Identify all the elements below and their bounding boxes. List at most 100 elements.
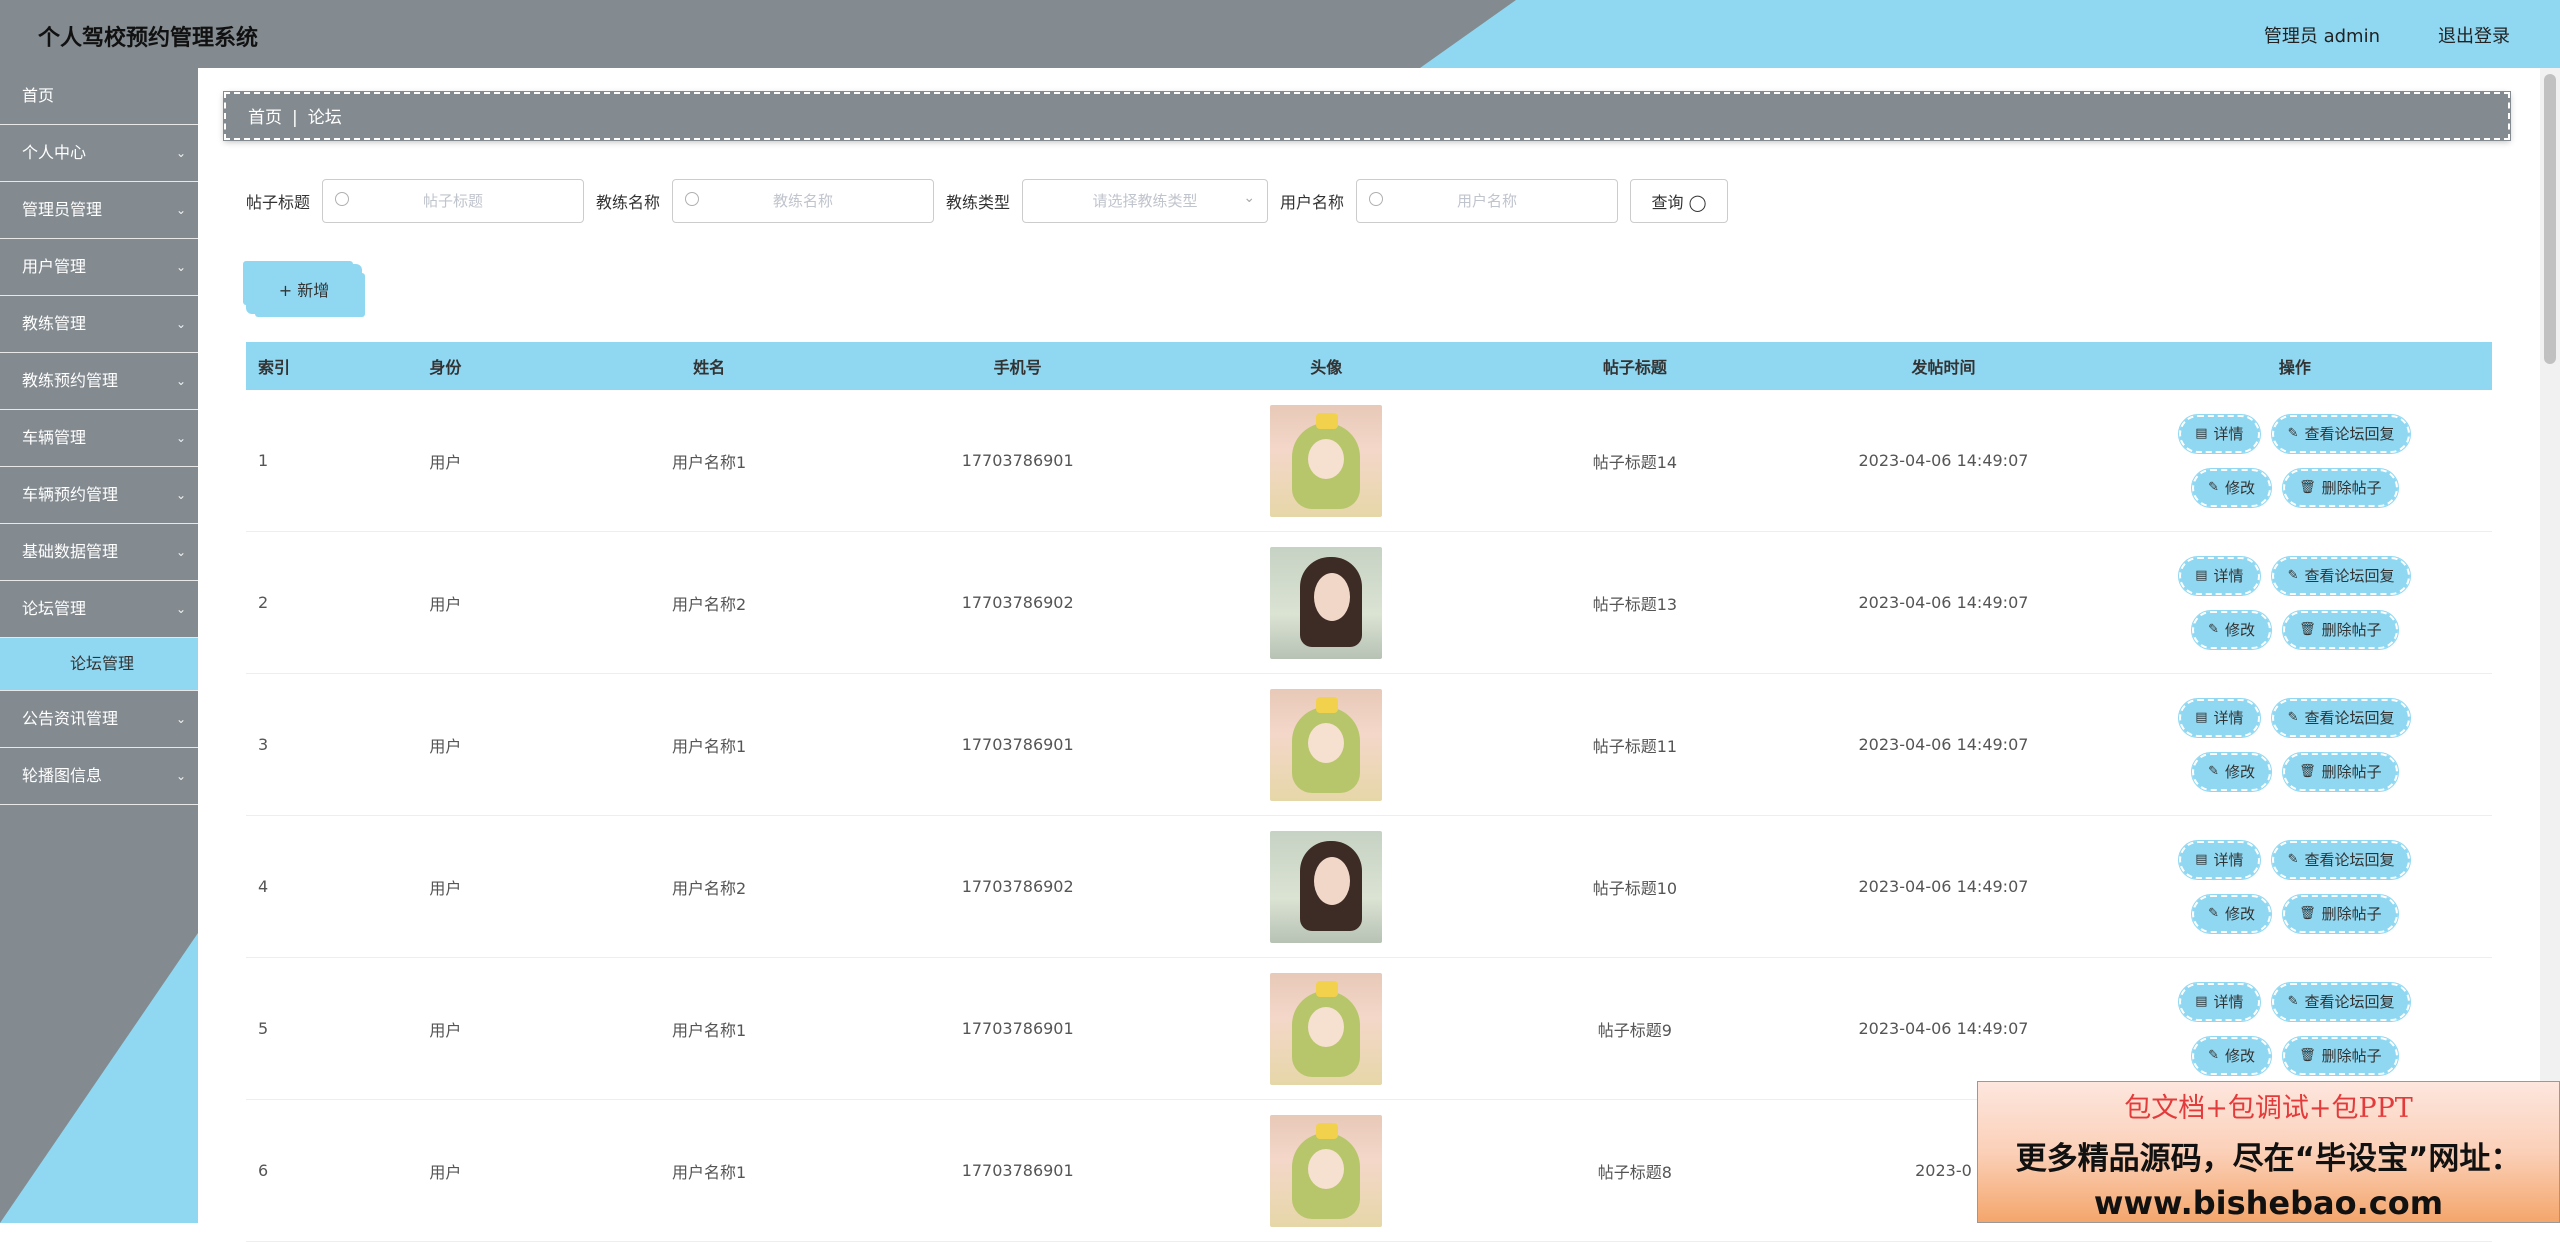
edit-button[interactable]: ✎ 修改 [2191,751,2273,792]
detail-button[interactable]: ▤ 详情 [2178,413,2261,454]
view-replies-label: 查看论坛回复 [2304,425,2395,443]
edit-button[interactable]: ✎ 修改 [2191,893,2273,934]
cell-phone: 17703786902 [961,593,1074,612]
current-user-label: 管理员 admin [2263,26,2380,47]
trash-icon: 🗑 [2299,622,2316,637]
sidebar-item-base-data[interactable]: 基础数据管理 ⌄ [0,524,198,581]
post-title-input[interactable] [323,191,584,211]
detail-label: 详情 [2213,709,2244,727]
user-name-label: 用户名称 [1280,193,1345,212]
table-header: 索引 身份 姓名 手机号 头像 帖子标题 发帖时间 操作 [246,342,2492,390]
column-header: 操作 [2278,358,2311,377]
chevron-down-icon: ⌄ [175,146,186,160]
cell-phone: 17703786902 [961,877,1074,896]
sidebar-accent-shape [0,933,198,1223]
cell-name: 用户名称2 [672,594,747,614]
cell-name: 用户名称2 [672,878,747,898]
query-label: 查询 [1651,193,1684,212]
edit-button[interactable]: ✎ 修改 [2191,467,2273,508]
promo-line-1: 包文档+包调试+包PPT [2124,1093,2413,1124]
sidebar-item-home[interactable]: 首页 [0,68,198,125]
sidebar-item-vehicle-booking[interactable]: 车辆预约管理 ⌄ [0,467,198,524]
delete-button[interactable]: 🗑 删除帖子 [2282,751,2399,792]
chevron-down-icon: ⌄ [175,317,186,331]
cell-phone: 17703786901 [961,735,1074,754]
chevron-down-icon: ⌄ [175,431,186,445]
detail-button[interactable]: ▤ 详情 [2178,981,2261,1022]
delete-button[interactable]: 🗑 删除帖子 [2282,609,2399,650]
delete-label: 删除帖子 [2321,621,2382,639]
cell-identity: 用户 [429,1020,462,1040]
cell-index: 5 [258,1019,269,1038]
sidebar-item-coach-management[interactable]: 教练管理 ⌄ [0,296,198,353]
detail-button[interactable]: ▤ 详情 [2178,839,2261,880]
scrollbar-thumb[interactable] [2544,74,2556,364]
breadcrumb: 首页 | 论坛 [223,91,2511,141]
cell-avatar [1172,404,1481,517]
header-accent-shape [1420,0,2560,68]
detail-button[interactable]: ▤ 详情 [2178,697,2261,738]
view-replies-button[interactable]: ✎ 查看论坛回复 [2270,413,2412,454]
avatar[interactable] [1270,404,1383,517]
sidebar-item-label: 教练预约管理 [22,371,119,390]
sidebar-item-admin-management[interactable]: 管理员管理 ⌄ [0,182,198,239]
search-icon [685,192,700,206]
breadcrumb-home[interactable]: 首页 [248,108,282,128]
coach-type-select[interactable]: ⌄ [1022,179,1269,223]
user-name-input[interactable] [1357,191,1618,211]
edit-button[interactable]: ✎ 修改 [2191,1035,2273,1076]
search-icon [335,192,350,206]
edit-icon: ✎ [2287,710,2299,725]
column-header: 姓名 [693,358,726,377]
avatar[interactable] [1270,1114,1383,1227]
view-replies-button[interactable]: ✎ 查看论坛回复 [2270,981,2412,1022]
chevron-down-icon: ⌄ [175,712,186,726]
logout-link[interactable]: 退出登录 [2438,22,2510,48]
sidebar-item-vehicle-management[interactable]: 车辆管理 ⌄ [0,410,198,467]
sidebar-item-carousel[interactable]: 轮播图信息 ⌄ [0,748,198,805]
cell-avatar [1172,1114,1481,1227]
column-header: 发帖时间 [1911,358,1976,377]
avatar[interactable] [1270,546,1383,659]
detail-button[interactable]: ▤ 详情 [2178,555,2261,596]
user-name-field [1356,179,1619,223]
delete-button[interactable]: 🗑 删除帖子 [2282,1035,2399,1076]
view-replies-button[interactable]: ✎ 查看论坛回复 [2270,839,2412,880]
chevron-down-icon: ⌄ [1243,190,1256,206]
sidebar-item-forum-management[interactable]: 论坛管理 ⌄ [0,581,198,638]
trash-icon: 🗑 [2299,480,2316,495]
promo-line-2: 更多精品源码，尽在“毕设宝”网址： [2015,1141,2522,1177]
cell-index: 3 [258,735,269,754]
coach-type-label: 教练类型 [946,193,1011,212]
trash-icon: 🗑 [2299,764,2316,779]
coach-type-input[interactable] [1023,191,1268,211]
avatar[interactable] [1270,830,1383,943]
sidebar-item-announcements[interactable]: 公告资讯管理 ⌄ [0,691,198,748]
avatar[interactable] [1270,972,1383,1085]
edit-icon: ✎ [2208,906,2220,921]
edit-button[interactable]: ✎ 修改 [2191,609,2273,650]
sidebar-item-user-management[interactable]: 用户管理 ⌄ [0,239,198,296]
coach-name-input[interactable] [673,191,934,211]
query-button[interactable]: 查询 ◯ [1630,179,1729,223]
cell-index: 1 [258,451,269,470]
cell-time: 2023-04-06 14:49:07 [1858,735,2029,754]
sidebar-item-label: 轮播图信息 [22,766,103,785]
view-replies-button[interactable]: ✎ 查看论坛回复 [2270,697,2412,738]
vertical-scrollbar[interactable] [2540,68,2560,1223]
view-replies-button[interactable]: ✎ 查看论坛回复 [2270,555,2412,596]
sidebar-item-coach-booking[interactable]: 教练预约管理 ⌄ [0,353,198,410]
add-button[interactable]: + 新增 [246,264,362,314]
avatar[interactable] [1270,688,1383,801]
delete-button[interactable]: 🗑 删除帖子 [2282,893,2399,934]
sidebar-subitem-forum[interactable]: 论坛管理 [0,638,198,691]
cell-actions: ▤ 详情 ✎ 查看论坛回复 ✎ 修改 🗑 删除帖子 [2098,981,2492,1076]
view-replies-label: 查看论坛回复 [2304,993,2395,1011]
delete-button[interactable]: 🗑 删除帖子 [2282,467,2399,508]
detail-label: 详情 [2213,851,2244,869]
table-row: 2 用户 用户名称2 17703786902 帖子标题13 2023-04-06… [246,532,2492,674]
sidebar-item-label: 论坛管理 [22,599,87,618]
sidebar-item-personal-center[interactable]: 个人中心 ⌄ [0,125,198,182]
cell-identity: 用户 [429,452,462,472]
edit-icon: ✎ [2287,568,2299,583]
